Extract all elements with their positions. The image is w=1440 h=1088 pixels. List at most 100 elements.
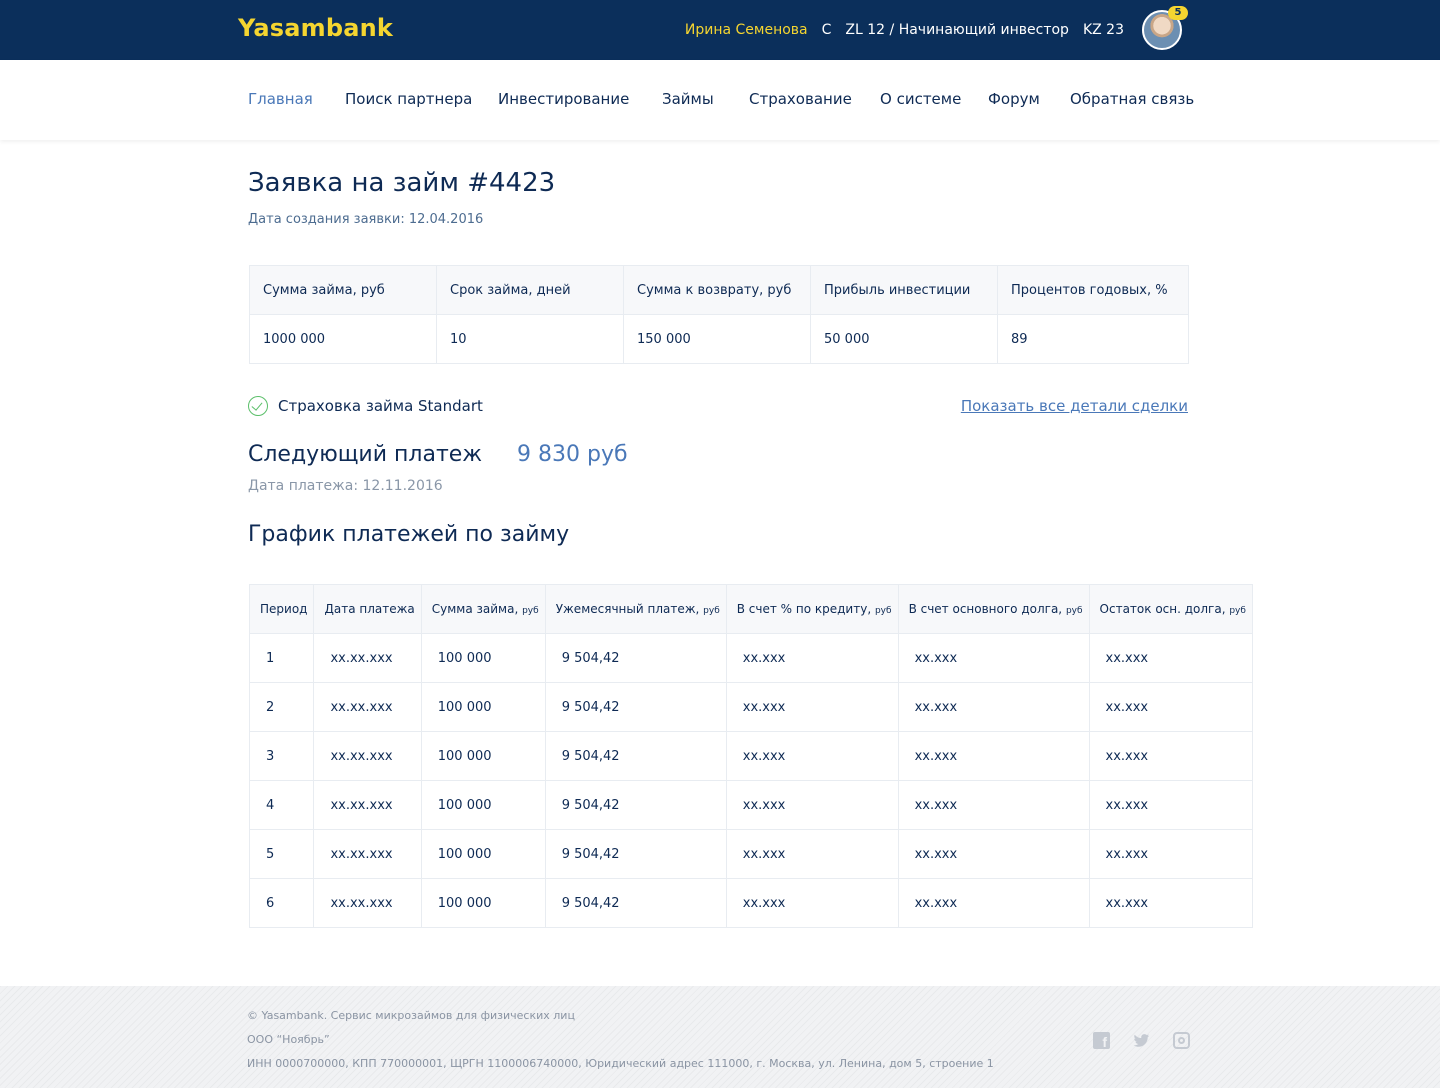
footer-company: ООО “Ноябрь”	[247, 1033, 330, 1046]
header-unit: руб	[522, 606, 539, 616]
nav-item-loans[interactable]: Займы	[662, 90, 714, 108]
next-payment-amount: 9 830 руб	[517, 442, 628, 467]
schedule-header-cell: Период	[248, 584, 315, 634]
schedule-header-row: Период Дата платежа Сумма займа, руб Уже…	[248, 584, 1253, 634]
interest-cell: xx.xxx	[725, 878, 899, 928]
header-text: Остаток осн. долга,	[1099, 602, 1230, 616]
summary-value-cell: 150 000	[623, 314, 811, 364]
instagram-icon[interactable]	[1173, 1032, 1190, 1049]
header-text: Ужемесячный платеж,	[555, 602, 704, 616]
period-cell: 6	[248, 878, 315, 928]
header-text: Сумма займа,	[431, 602, 523, 616]
summary-header-cell: Сумма к возврату, руб	[623, 265, 811, 315]
page-title: Заявка на займ #4423	[248, 168, 556, 198]
monthly-payment-cell: 9 504,42	[544, 633, 727, 683]
footer-requisites: ИНН 0000700000, КПП 770000001, ЩРГН 1100…	[247, 1057, 994, 1070]
avatar[interactable]: 5	[1142, 6, 1188, 50]
date-cell: xx.xx.xxx	[313, 682, 422, 732]
summary-value-row: 1000 000 10 150 000 50 000 89	[249, 314, 1189, 364]
summary-value-cell: 10	[436, 314, 624, 364]
nav-item-home[interactable]: Главная	[248, 90, 313, 108]
summary-value-cell: 1000 000	[249, 314, 437, 364]
remaining-cell: xx.xxx	[1088, 780, 1253, 830]
principal-cell: xx.xxx	[897, 878, 1090, 928]
created-date: Дата создания заявки: 12.04.2016	[248, 212, 484, 227]
date-cell: xx.xx.xxx	[313, 878, 422, 928]
schedule-header-cell: Ужемесячный платеж, руб	[544, 584, 727, 634]
remaining-cell: xx.xxx	[1088, 878, 1253, 928]
table-row: 1 xx.xx.xxx 100 000 9 504,42 xx.xxx xx.x…	[248, 633, 1253, 683]
nav-item-investing[interactable]: Инвестирование	[498, 90, 629, 108]
remaining-cell: xx.xxx	[1088, 682, 1253, 732]
nav-item-partner-search[interactable]: Поиск партнера	[345, 90, 472, 108]
period-cell: 3	[248, 731, 315, 781]
loan-amount-cell: 100 000	[420, 633, 546, 683]
date-cell: xx.xx.xxx	[313, 633, 422, 683]
summary-header-cell: Прибыль инвестиции	[810, 265, 998, 315]
remaining-cell: xx.xxx	[1088, 731, 1253, 781]
table-row: 4 xx.xx.xxx 100 000 9 504,42 xx.xxx xx.x…	[248, 780, 1253, 830]
loan-amount-cell: 100 000	[420, 878, 546, 928]
interest-cell: xx.xxx	[725, 633, 899, 683]
table-row: 6 xx.xx.xxx 100 000 9 504,42 xx.xxx xx.x…	[248, 878, 1253, 928]
header-text: Период	[260, 602, 308, 616]
insurance-label: Страховка займа Standart	[278, 397, 483, 415]
header-unit: руб	[1229, 606, 1246, 616]
date-cell: xx.xx.xxx	[313, 829, 422, 879]
table-row: 5 xx.xx.xxx 100 000 9 504,42 xx.xxx xx.x…	[248, 829, 1253, 879]
loan-amount-cell: 100 000	[420, 682, 546, 732]
header-text: Дата платежа	[324, 602, 415, 616]
summary-header-cell: Процентов годовых, %	[997, 265, 1189, 315]
period-cell: 2	[248, 682, 315, 732]
footer-copyright: © Yasambank. Сервис микрозаймов для физи…	[247, 1009, 575, 1022]
remaining-cell: xx.xxx	[1088, 633, 1253, 683]
principal-cell: xx.xxx	[897, 731, 1090, 781]
logo[interactable]: Yasambank	[238, 14, 393, 42]
nav-item-feedback[interactable]: Обратная связь	[1070, 90, 1194, 108]
summary-header-cell: Сумма займа, руб	[249, 265, 437, 315]
header-unit: руб	[1065, 606, 1083, 616]
monthly-payment-cell: 9 504,42	[544, 731, 727, 781]
period-cell: 4	[248, 780, 315, 830]
table-row: 3 xx.xx.xxx 100 000 9 504,42 xx.xxx xx.x…	[248, 731, 1253, 781]
footer	[0, 986, 1440, 1088]
next-payment-label: Следующий платеж	[248, 442, 483, 467]
schedule-title: График платежей по займу	[248, 522, 570, 547]
insurance-status: Страховка займа Standart	[248, 396, 483, 416]
nav-item-forum[interactable]: Форум	[988, 90, 1040, 108]
show-deal-details-link[interactable]: Показать все детали сделки	[961, 397, 1188, 415]
twitter-icon-glyph	[1133, 1034, 1150, 1047]
nav-item-insurance[interactable]: Страхование	[749, 90, 852, 108]
interest-cell: xx.xxx	[725, 731, 899, 781]
principal-cell: xx.xxx	[897, 682, 1090, 732]
header-text: В счет % по кредиту,	[736, 602, 875, 616]
nav-item-about[interactable]: О системе	[880, 90, 961, 108]
user-level: ZL 12 / Начинающий инвестор	[845, 22, 1069, 38]
twitter-icon[interactable]	[1133, 1032, 1150, 1049]
check-circle-icon	[248, 396, 268, 416]
schedule-header-cell: В счет основного долга, руб	[897, 584, 1090, 634]
monthly-payment-cell: 9 504,42	[544, 780, 727, 830]
loan-amount-cell: 100 000	[420, 731, 546, 781]
interest-cell: xx.xxx	[725, 780, 899, 830]
facebook-icon[interactable]	[1093, 1032, 1110, 1050]
principal-cell: xx.xxx	[897, 633, 1090, 683]
remaining-cell: xx.xxx	[1088, 829, 1253, 879]
user-name-link[interactable]: Ирина Семенова	[685, 22, 808, 38]
payment-date: Дата платежа: 12.11.2016	[248, 478, 443, 494]
monthly-payment-cell: 9 504,42	[544, 682, 727, 732]
loan-amount-cell: 100 000	[420, 829, 546, 879]
main-nav: Главная Поиск партнера Инвестирование За…	[0, 60, 1440, 140]
header-unit: руб	[874, 606, 892, 616]
summary-header-row: Сумма займа, руб Срок займа, дней Сумма …	[249, 265, 1189, 315]
interest-cell: xx.xxx	[725, 682, 899, 732]
monthly-payment-cell: 9 504,42	[544, 878, 727, 928]
header-unit: руб	[703, 606, 720, 616]
summary-header-cell: Срок займа, дней	[436, 265, 624, 315]
date-cell: xx.xx.xxx	[313, 731, 422, 781]
notification-badge[interactable]: 5	[1168, 6, 1188, 20]
period-cell: 5	[248, 829, 315, 879]
principal-cell: xx.xxx	[897, 829, 1090, 879]
summary-value-cell: 89	[997, 314, 1189, 364]
summary-value-cell: 50 000	[810, 314, 998, 364]
